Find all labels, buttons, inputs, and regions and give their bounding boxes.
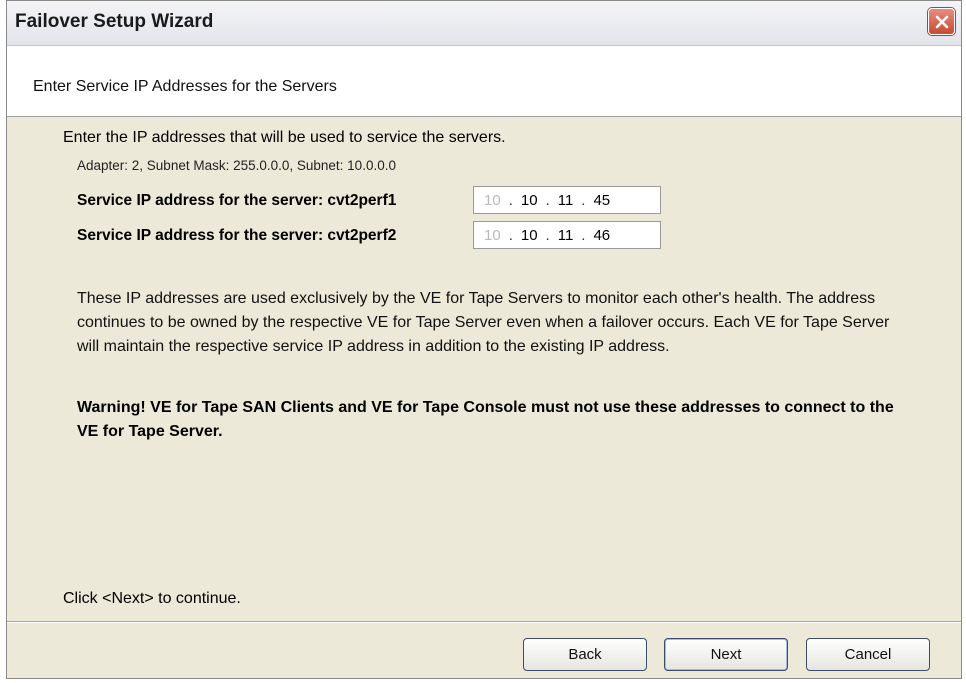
server-ip-label: Service IP address for the server: cvt2p… [77,227,397,244]
ip-address-field-cvt2perf2[interactable]: 10 . 10 . 11 . 46 [473,221,661,249]
title-bar[interactable]: Failover Setup Wizard [7,1,961,46]
next-hint-text: Click <Next> to continue. [63,590,241,607]
intro-text: Enter the IP addresses that will be used… [63,129,506,146]
ip-octet[interactable]: 11 [558,227,574,244]
warning-text: Warning! VE for Tape SAN Clients and VE … [77,399,894,440]
close-button[interactable] [928,8,955,35]
ip-octet[interactable]: 45 [593,192,610,209]
next-button[interactable]: Next [664,638,788,671]
cancel-button[interactable]: Cancel [806,638,930,671]
button-divider [7,621,961,623]
server-ip-label: Service IP address for the server: cvt2p… [77,192,397,209]
wizard-window: Failover Setup Wizard Enter Service IP A… [6,0,962,679]
adapter-info: Adapter: 2, Subnet Mask: 255.0.0.0, Subn… [77,158,396,173]
close-icon [935,15,948,28]
ip-octet: 10 [484,226,501,244]
wizard-header: Enter Service IP Addresses for the Serve… [7,46,961,117]
ip-octet[interactable]: 10 [521,192,538,209]
window-title: Failover Setup Wizard [15,11,214,32]
ip-address-field-cvt2perf1[interactable]: 10 . 10 . 11 . 45 [473,186,661,214]
step-title: Enter Service IP Addresses for the Serve… [33,78,337,95]
ip-octet[interactable]: 10 [521,227,538,244]
ip-octet[interactable]: 11 [558,192,574,209]
ip-octet: 10 [484,191,501,209]
back-button[interactable]: Back [523,638,647,671]
description-text: These IP addresses are used exclusively … [77,290,890,355]
ip-octet[interactable]: 46 [593,227,610,244]
wizard-content: Enter the IP addresses that will be used… [7,117,961,622]
